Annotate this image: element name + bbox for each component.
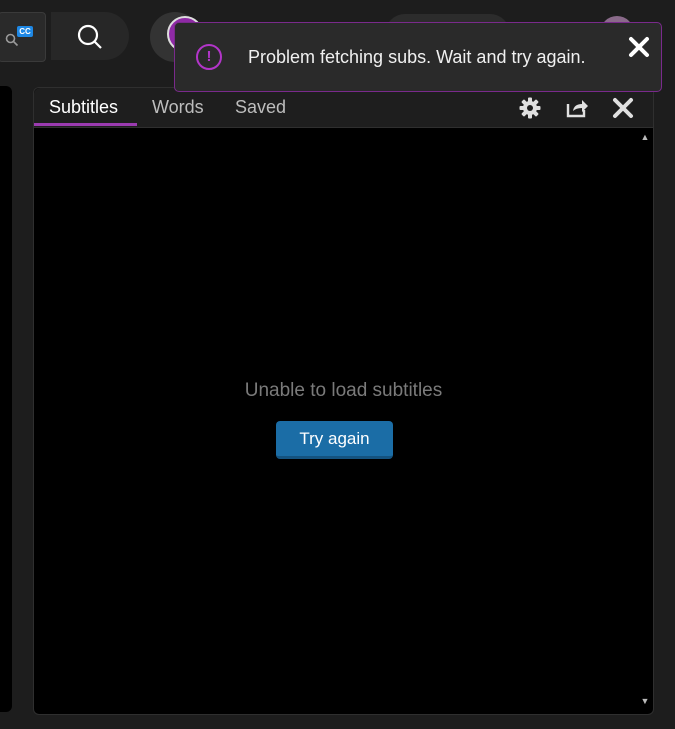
tab-subtitles[interactable]: Subtitles xyxy=(49,97,118,118)
gear-icon[interactable] xyxy=(518,96,542,120)
toast-close-icon[interactable] xyxy=(627,35,651,59)
panel-tabbar: Subtitles Words Saved xyxy=(34,88,653,128)
search-small-icon xyxy=(5,33,19,47)
alert-icon: ! xyxy=(196,44,222,70)
close-icon[interactable] xyxy=(611,96,635,120)
empty-state-message: Unable to load subtitles xyxy=(244,380,443,401)
search-icon xyxy=(77,24,102,49)
search-button[interactable] xyxy=(51,12,129,60)
tab-saved[interactable]: Saved xyxy=(235,97,286,118)
subtitle-search-button[interactable]: CC xyxy=(0,12,46,62)
toast-message: Problem fetching subs. Wait and try agai… xyxy=(248,47,586,67)
scroll-down-arrow[interactable]: ▼ xyxy=(640,696,650,706)
active-tab-indicator xyxy=(34,123,137,126)
cc-badge: CC xyxy=(17,26,33,37)
subtitles-panel: Subtitles Words Saved ▲ ▼ Unable to load… xyxy=(33,87,654,715)
app-window: CC LR ! Problem fetching subs. Wait and … xyxy=(0,0,675,729)
export-icon[interactable] xyxy=(565,96,589,120)
error-toast: ! Problem fetching subs. Wait and try ag… xyxy=(174,22,662,92)
scroll-up-arrow[interactable]: ▲ xyxy=(640,132,650,142)
tab-words[interactable]: Words xyxy=(152,97,204,118)
try-again-button[interactable]: Try again xyxy=(276,421,393,459)
side-panel-edge xyxy=(0,86,12,712)
